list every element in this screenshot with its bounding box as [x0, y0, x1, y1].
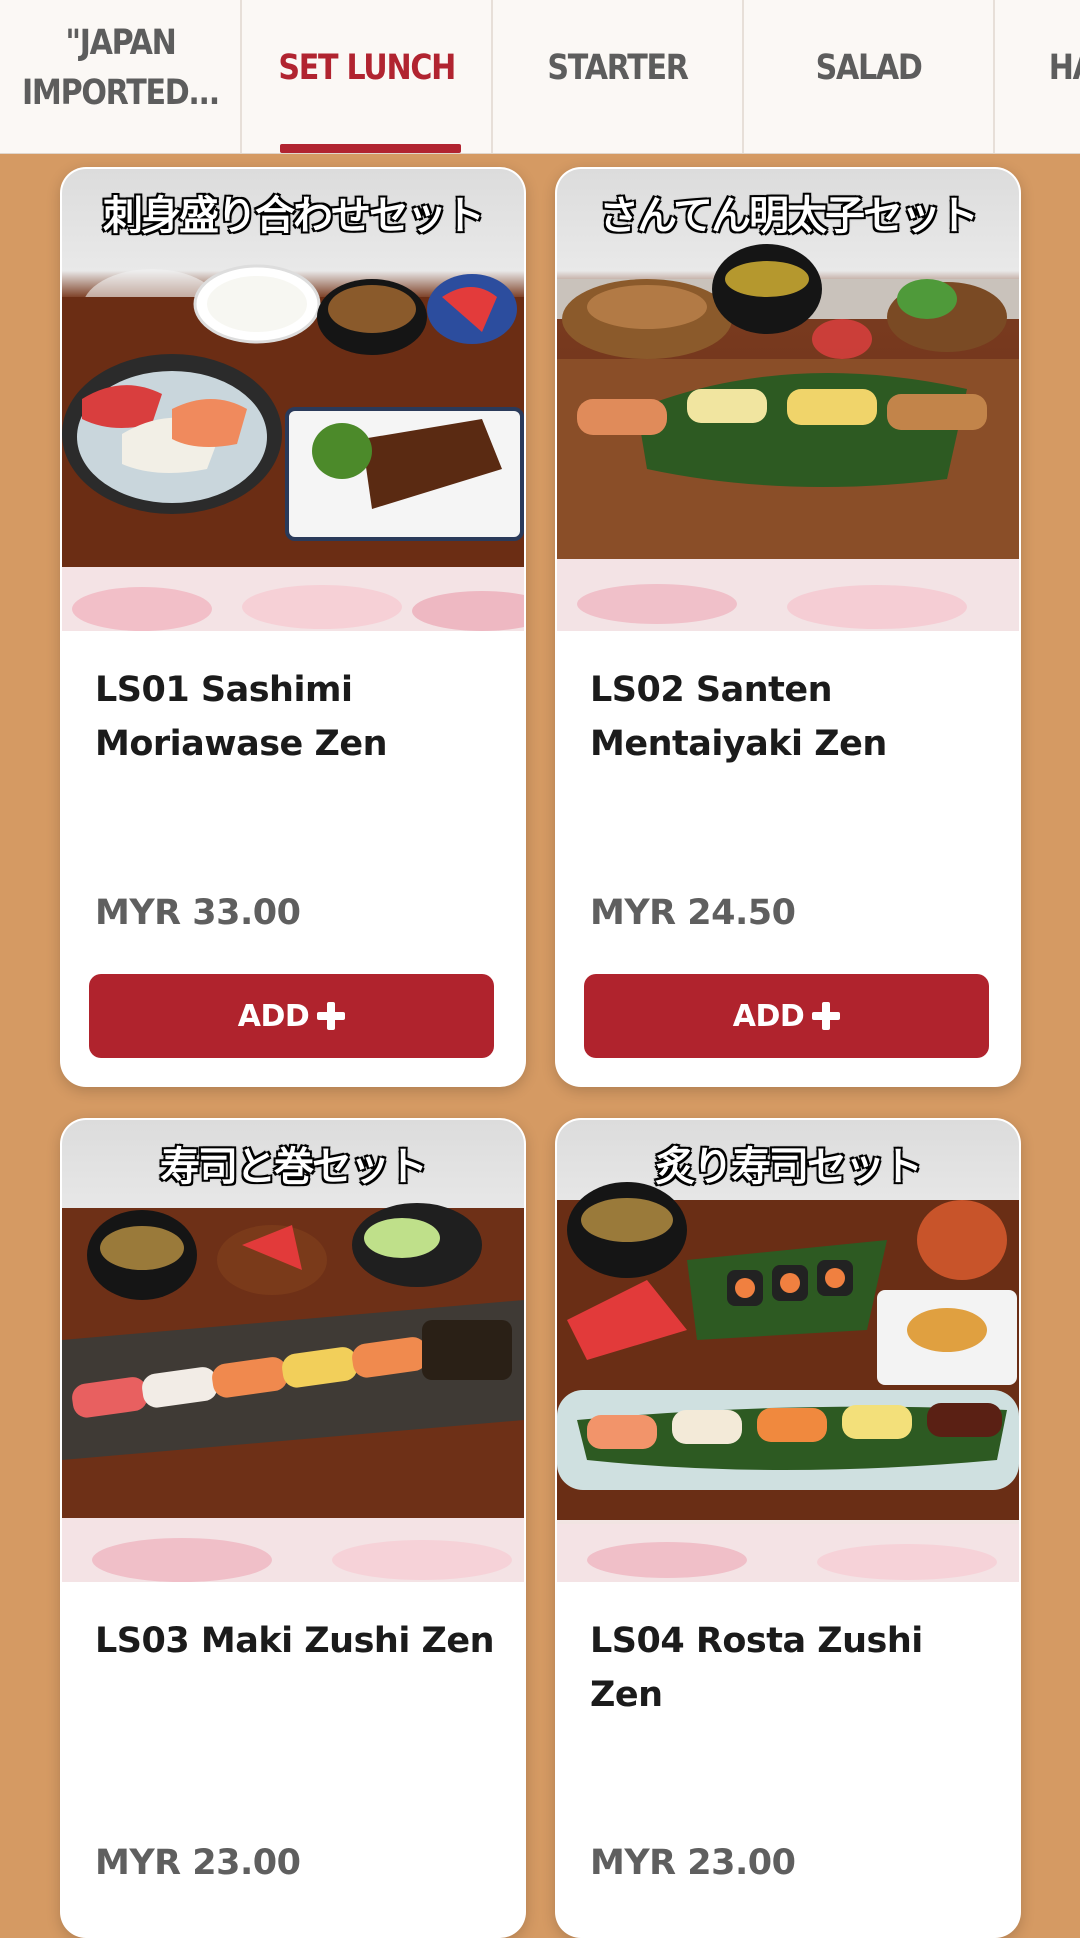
category-tab-bar: "JAPAN IMPORTED... SET LUNCH STARTER SAL…	[0, 0, 1080, 154]
product-name[interactable]: LS02 Santen Mentaiyaki Zen	[590, 663, 991, 771]
product-image[interactable]: 炙り寿司セット	[557, 1120, 1019, 1582]
plus-icon	[812, 1002, 841, 1030]
image-overlay-title: 刺身盛り合わせセット	[102, 192, 486, 240]
tab-starter[interactable]: STARTER	[493, 0, 744, 153]
add-button-label: ADD	[732, 998, 805, 1034]
tab-label: SALAD	[815, 47, 923, 88]
image-overlay-title: 寿司と巻セット	[159, 1143, 429, 1191]
product-price: MYR 33.00	[95, 893, 301, 933]
product-image[interactable]: 寿司と巻セット	[62, 1120, 524, 1582]
add-button-label: ADD	[237, 998, 310, 1034]
tab-partial[interactable]: HA	[995, 0, 1080, 153]
image-overlay-title: さんてん明太子セット	[598, 192, 980, 240]
product-name[interactable]: LS04 Rosta Zushi Zen	[590, 1614, 991, 1722]
add-to-cart-button[interactable]: ADD	[89, 974, 494, 1058]
product-card[interactable]: 寿司と巻セット LS03 Maki Zushi Zen MYR 23.00	[60, 1118, 526, 1938]
product-image[interactable]: 刺身盛り合わせセット	[62, 169, 524, 631]
product-price: MYR 24.50	[590, 893, 796, 933]
product-name[interactable]: LS03 Maki Zushi Zen	[95, 1614, 496, 1668]
tab-label: HA	[1048, 47, 1080, 88]
product-card[interactable]: 刺身盛り合わせセット LS01 Sashimi Moriawase Zen MY…	[60, 167, 526, 1087]
plus-icon	[317, 1002, 346, 1030]
product-image[interactable]: さんてん明太子セット	[557, 169, 1019, 631]
active-tab-indicator	[280, 144, 461, 153]
product-name[interactable]: LS01 Sashimi Moriawase Zen	[95, 663, 496, 771]
add-to-cart-button[interactable]: ADD	[584, 974, 989, 1058]
product-price: MYR 23.00	[95, 1843, 301, 1883]
tab-label: STARTER	[547, 47, 689, 88]
tab-japan-imported[interactable]: "JAPAN IMPORTED...	[0, 0, 242, 153]
tab-salad[interactable]: SALAD	[744, 0, 995, 153]
image-overlay-title: 炙り寿司セット	[654, 1143, 924, 1191]
product-card[interactable]: 炙り寿司セット LS04 Rosta Zushi Zen MYR 23.00	[555, 1118, 1021, 1938]
tab-set-lunch[interactable]: SET LUNCH	[242, 0, 493, 153]
tab-label: "JAPAN IMPORTED...	[21, 22, 220, 113]
tab-label: SET LUNCH	[278, 47, 456, 88]
product-card[interactable]: さんてん明太子セット LS02 Santen Mentaiyaki Zen MY…	[555, 167, 1021, 1087]
product-price: MYR 23.00	[590, 1843, 796, 1883]
